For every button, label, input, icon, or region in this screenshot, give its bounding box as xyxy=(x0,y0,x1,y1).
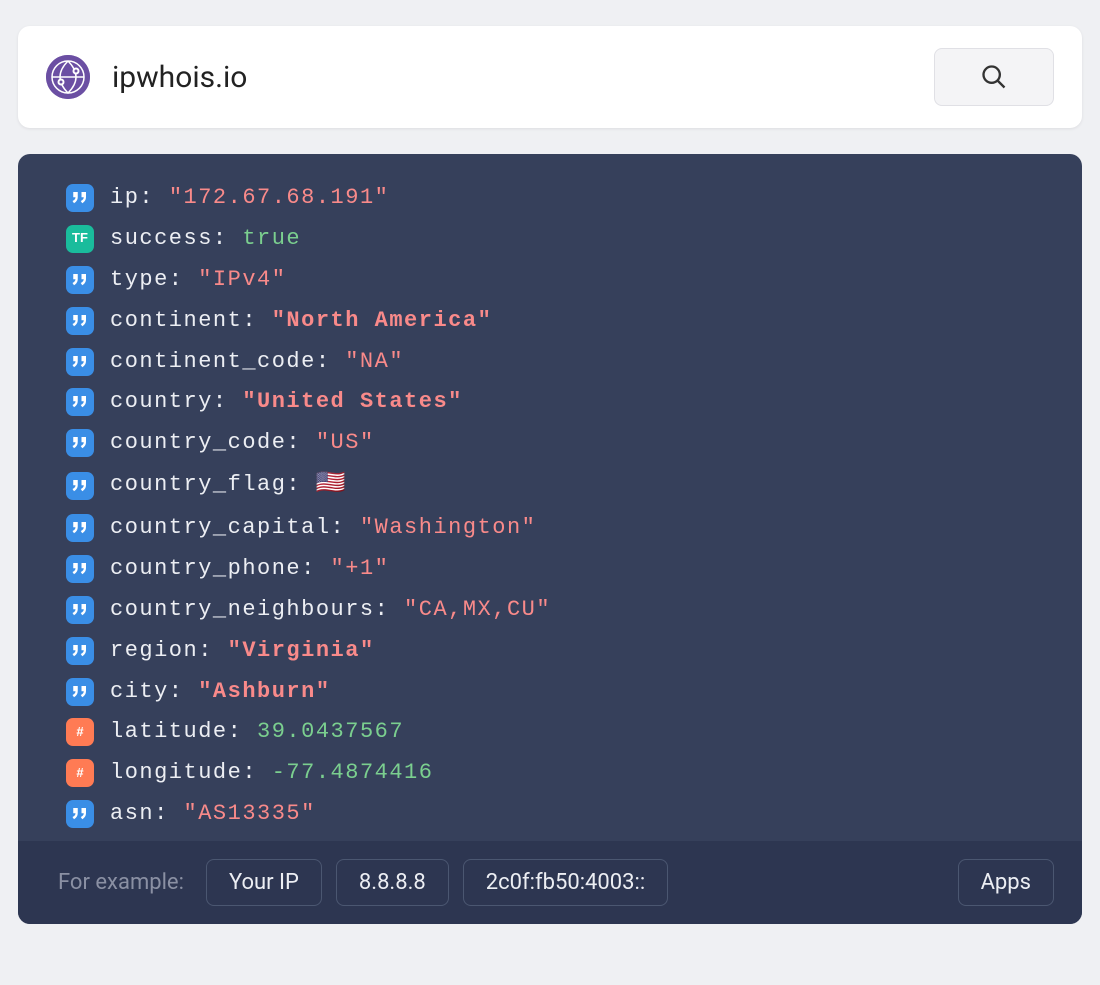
result-value: "United States" xyxy=(242,389,463,414)
search-icon xyxy=(980,63,1008,91)
footer-label: For example: xyxy=(58,870,184,895)
result-value: "US" xyxy=(316,430,375,455)
result-key: country_neighbours: xyxy=(110,597,404,622)
result-kv: continent_code: "NA" xyxy=(110,346,404,378)
result-kv: success: true xyxy=(110,223,301,255)
result-key: country_flag: xyxy=(110,472,316,497)
result-kv: ip: "172.67.68.191" xyxy=(110,182,389,214)
result-kv: type: "IPv4" xyxy=(110,264,286,296)
site-name: ipwhois.io xyxy=(112,60,912,95)
results-panel: ip: "172.67.68.191" TF success: true type: … xyxy=(18,154,1082,924)
example-button-ipv6[interactable]: 2c0f:fb50:4003:: xyxy=(463,859,668,906)
result-value: "Virginia" xyxy=(228,638,375,663)
result-kv: country_phone: "+1" xyxy=(110,553,389,585)
result-row: # longitude: -77.4874416 xyxy=(66,757,1038,789)
result-kv: continent: "North America" xyxy=(110,305,492,337)
result-row: TF success: true xyxy=(66,223,1038,255)
result-row: country_capital: "Washington" xyxy=(66,512,1038,544)
result-row: country_phone: "+1" xyxy=(66,553,1038,585)
result-kv: asn: "AS13335" xyxy=(110,798,316,830)
result-row: asn: "AS13335" xyxy=(66,798,1038,830)
string-type-icon xyxy=(66,678,94,706)
number-type-icon: # xyxy=(66,718,94,746)
result-row: country_neighbours: "CA,MX,CU" xyxy=(66,594,1038,626)
string-type-icon xyxy=(66,514,94,542)
result-kv: country_neighbours: "CA,MX,CU" xyxy=(110,594,551,626)
result-value: "Ashburn" xyxy=(198,679,330,704)
string-type-icon xyxy=(66,429,94,457)
result-key: country_capital: xyxy=(110,515,360,540)
example-button-ipv4[interactable]: 8.8.8.8 xyxy=(336,859,449,906)
result-value: "IPv4" xyxy=(198,267,286,292)
boolean-type-icon: TF xyxy=(66,225,94,253)
result-row: continent: "North America" xyxy=(66,305,1038,337)
result-row: type: "IPv4" xyxy=(66,264,1038,296)
result-value: "Washington" xyxy=(360,515,536,540)
result-row: continent_code: "NA" xyxy=(66,346,1038,378)
result-kv: country_capital: "Washington" xyxy=(110,512,536,544)
result-kv: longitude: -77.4874416 xyxy=(110,757,433,789)
string-type-icon xyxy=(66,800,94,828)
string-type-icon xyxy=(66,388,94,416)
result-row: city: "Ashburn" xyxy=(66,676,1038,708)
result-value: 39.0437567 xyxy=(257,719,404,744)
site-logo-icon xyxy=(46,55,90,99)
result-row: region: "Virginia" xyxy=(66,635,1038,667)
result-row: country_flag: 🇺🇸 xyxy=(66,468,1038,503)
string-type-icon xyxy=(66,637,94,665)
result-key: country: xyxy=(110,389,242,414)
example-button-your-ip[interactable]: Your IP xyxy=(206,859,322,906)
string-type-icon xyxy=(66,266,94,294)
result-kv: country_code: "US" xyxy=(110,427,375,459)
result-key: continent: xyxy=(110,308,272,333)
result-key: type: xyxy=(110,267,198,292)
result-kv: country_flag: 🇺🇸 xyxy=(110,468,346,503)
result-row: ip: "172.67.68.191" xyxy=(66,182,1038,214)
string-type-icon xyxy=(66,472,94,500)
apps-button[interactable]: Apps xyxy=(958,859,1054,906)
result-value: "172.67.68.191" xyxy=(169,185,390,210)
result-kv: latitude: 39.0437567 xyxy=(110,716,404,748)
string-type-icon xyxy=(66,348,94,376)
result-value: "AS13335" xyxy=(184,801,316,826)
result-key: latitude: xyxy=(110,719,257,744)
result-value: 🇺🇸 xyxy=(316,471,346,498)
result-key: continent_code: xyxy=(110,349,345,374)
string-type-icon xyxy=(66,555,94,583)
result-value: "North America" xyxy=(272,308,493,333)
string-type-icon xyxy=(66,596,94,624)
result-key: country_phone: xyxy=(110,556,331,581)
result-value: -77.4874416 xyxy=(272,760,434,785)
results-list[interactable]: ip: "172.67.68.191" TF success: true type: … xyxy=(18,154,1082,841)
search-button[interactable] xyxy=(934,48,1054,106)
result-key: ip: xyxy=(110,185,169,210)
result-row: # latitude: 39.0437567 xyxy=(66,716,1038,748)
header-bar: ipwhois.io xyxy=(18,26,1082,128)
result-value: "CA,MX,CU" xyxy=(404,597,551,622)
result-value: "+1" xyxy=(331,556,390,581)
result-key: region: xyxy=(110,638,228,663)
result-kv: city: "Ashburn" xyxy=(110,676,331,708)
result-key: country_code: xyxy=(110,430,316,455)
string-type-icon xyxy=(66,184,94,212)
result-kv: region: "Virginia" xyxy=(110,635,375,667)
result-value: "NA" xyxy=(345,349,404,374)
result-key: longitude: xyxy=(110,760,272,785)
result-row: country: "United States" xyxy=(66,386,1038,418)
result-key: city: xyxy=(110,679,198,704)
result-key: asn: xyxy=(110,801,184,826)
result-kv: country: "United States" xyxy=(110,386,463,418)
footer-bar: For example: Your IP 8.8.8.8 2c0f:fb50:4… xyxy=(18,841,1082,924)
result-row: country_code: "US" xyxy=(66,427,1038,459)
result-value: true xyxy=(242,226,301,251)
result-key: success: xyxy=(110,226,242,251)
number-type-icon: # xyxy=(66,759,94,787)
string-type-icon xyxy=(66,307,94,335)
